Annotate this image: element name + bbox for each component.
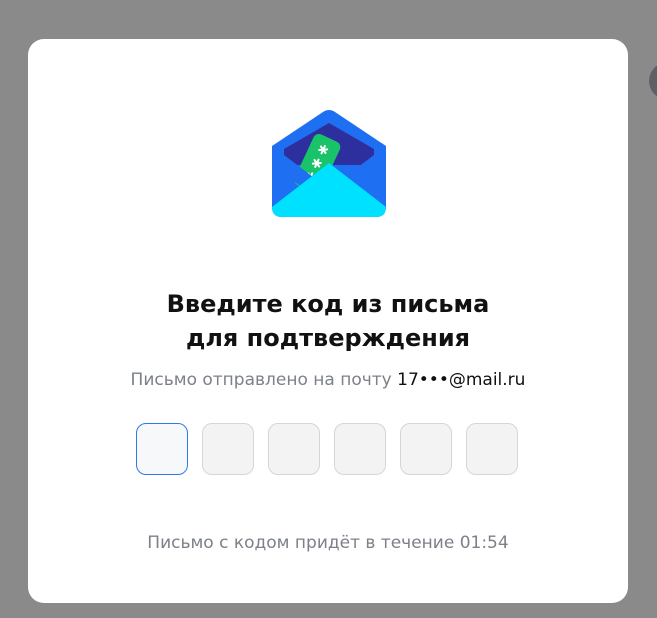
code-digit-1[interactable] — [136, 423, 188, 475]
code-digit-2[interactable] — [202, 423, 254, 475]
verification-dialog: Введите код из письма для подтверждения … — [28, 39, 628, 603]
email-sent-prefix: Письмо отправлено на почту — [130, 370, 398, 390]
envelope-icon — [270, 109, 388, 221]
masked-email: 17•••@mail.ru — [397, 370, 526, 390]
code-digit-3[interactable] — [268, 423, 320, 475]
code-digit-5[interactable] — [400, 423, 452, 475]
email-sent-message: Письмо отправлено на почту 17•••@mail.ru — [28, 369, 628, 391]
resend-timer-text: Письмо с кодом придёт в течение 01:54 — [147, 533, 509, 553]
dialog-title-line-1: Введите код из письма — [166, 290, 490, 318]
dialog-title: Введите код из письма для подтверждения — [28, 287, 628, 355]
side-edge-button[interactable] — [649, 62, 657, 100]
verification-code-inputs — [136, 423, 522, 477]
code-digit-4[interactable] — [334, 423, 386, 475]
code-digit-6[interactable] — [466, 423, 518, 475]
dialog-title-line-2: для подтверждения — [185, 324, 471, 352]
